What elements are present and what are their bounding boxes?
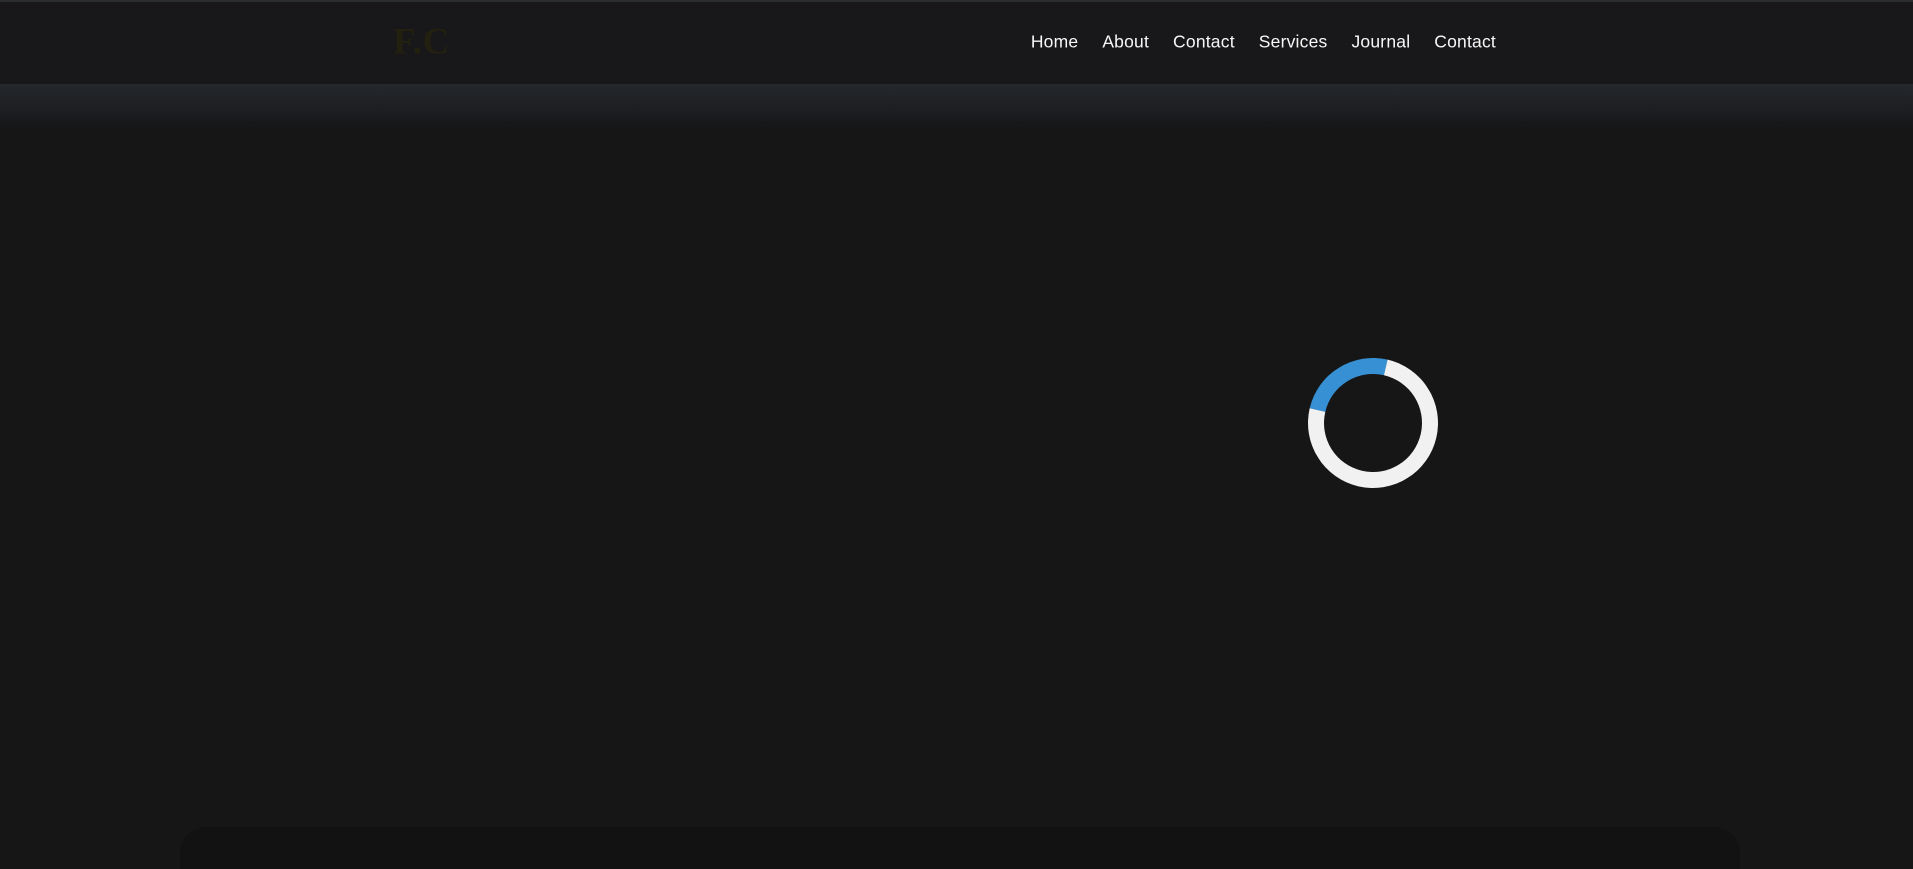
preloader-overlay: [0, 84, 1913, 869]
header-inner: F.C Home About Contact Services Journal …: [0, 0, 1913, 84]
nav-link-home[interactable]: Home: [1019, 25, 1090, 60]
page-main: [0, 84, 1913, 869]
site-header: F.C Home About Contact Services Journal …: [0, 0, 1913, 84]
brand-logo[interactable]: F.C: [393, 24, 450, 61]
nav-link-about[interactable]: About: [1090, 25, 1161, 60]
nav-link-contact[interactable]: Contact: [1161, 25, 1247, 60]
main-navigation: Home About Contact Services Journal Cont…: [1019, 25, 1508, 60]
loading-spinner-icon: [1283, 333, 1463, 513]
nav-link-journal[interactable]: Journal: [1339, 25, 1422, 60]
nav-link-contact-secondary[interactable]: Contact: [1422, 25, 1508, 60]
nav-link-services[interactable]: Services: [1247, 25, 1340, 60]
viewport-top-edge: [0, 0, 1913, 2]
